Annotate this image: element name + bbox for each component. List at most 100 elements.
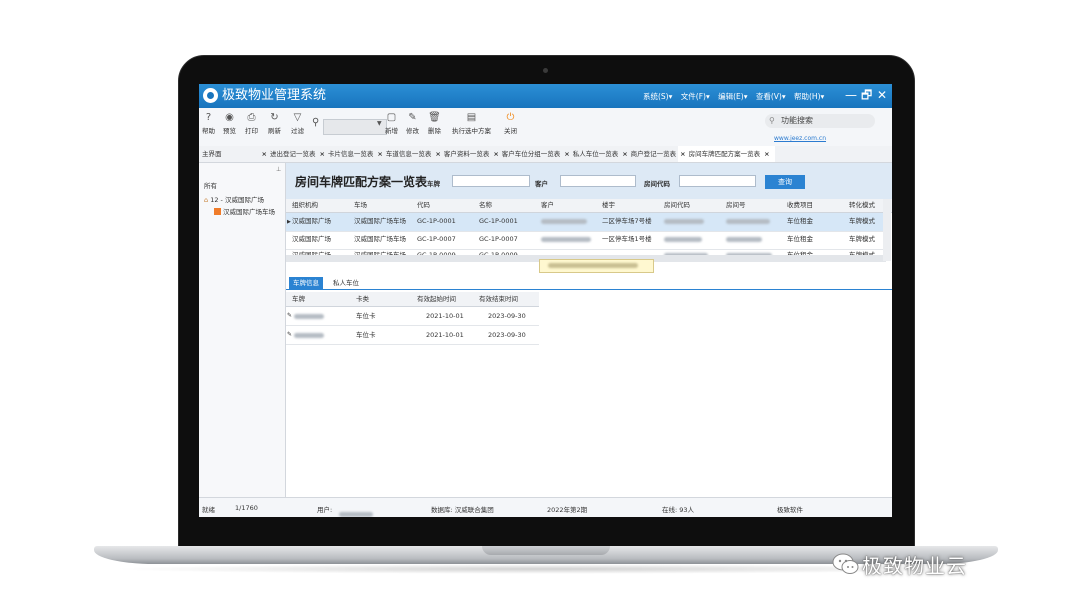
status-bar: 就绪 1/1760 用户: 数据库: 汉威联合集团 2022年第2期 在线: 9… [199, 497, 892, 517]
column-header[interactable]: 房间代码 [664, 199, 690, 211]
refresh-button[interactable]: ↻ 刷新 [268, 112, 281, 135]
refresh-icon: ↻ [270, 112, 279, 123]
tab-private-parking[interactable]: × 私人车位一览表 [562, 146, 620, 162]
table-cell: 2021-10-01 [426, 312, 464, 320]
tab-plate-info[interactable]: 车牌信息 [289, 277, 323, 289]
table-cell: GC-1P-0007 [479, 235, 518, 243]
column-header[interactable]: 房间号 [726, 199, 746, 211]
close-icon[interactable]: ✕ [877, 88, 887, 102]
tab-label: 卡片信息一览表 [327, 150, 374, 158]
menu-file[interactable]: 文件(F)▾ [681, 92, 710, 101]
pin-icon[interactable]: ⊥ [276, 166, 281, 173]
website-link[interactable]: www.jeez.com.cn [774, 135, 826, 142]
help-button[interactable]: ? 帮助 [202, 112, 215, 135]
chevron-down-icon[interactable]: ▼ [377, 120, 382, 127]
close-icon[interactable]: × [319, 150, 324, 158]
tab-merchant-register[interactable]: × 商户登记一览表 [620, 146, 678, 162]
tree-node-org[interactable]: ⌂ 12 - 汉威国际广场 [204, 194, 264, 204]
print-button[interactable]: ⎙ 打印 [245, 112, 258, 135]
filter-button[interactable]: ▽ 过滤 [291, 112, 304, 135]
close-label: 关闭 [504, 127, 517, 135]
column-header[interactable]: 有效起始时间 [417, 293, 456, 305]
close-icon[interactable]: × [564, 150, 569, 158]
close-icon[interactable]: × [764, 150, 769, 158]
tab-customer-parking-group[interactable]: × 客户车位分组一览表 [491, 146, 562, 162]
table-cell: 汉威国际广场车场 [354, 235, 406, 243]
new-button[interactable]: ▢ 新增 [385, 112, 398, 135]
room-code-filter-input[interactable] [679, 175, 756, 187]
column-header[interactable]: 收费项目 [787, 199, 813, 211]
column-header[interactable]: 车牌 [292, 293, 305, 305]
close-icon[interactable]: × [493, 150, 498, 158]
restore-icon[interactable]: 🗗 [861, 88, 872, 102]
database-label: 数据库: 汉威联合集团 [431, 506, 494, 514]
plan-grid-header: 组织机构 车场 代码 名称 客户 楼宇 房间代码 房间号 收费项目 转化模式 [286, 199, 892, 213]
column-header[interactable]: 有效结束时间 [479, 293, 518, 305]
column-header[interactable]: 楼宇 [602, 199, 615, 211]
close-icon[interactable]: × [377, 150, 382, 158]
column-header[interactable]: 组织机构 [292, 199, 318, 211]
org-tree-panel: ⊥ 所有 ⌂ 12 - 汉威国际广场 汉威国际广场车场 [199, 163, 286, 497]
column-header[interactable]: 转化模式 [849, 199, 875, 211]
app-title: 极致物业管理系统 [222, 88, 327, 103]
table-row[interactable]: ✎ 车位卡 2021-10-01 2023-09-30 [286, 326, 539, 345]
tab-customer-info[interactable]: × 客户资料一览表 [433, 146, 491, 162]
menu-help[interactable]: 帮助(H)▾ [794, 92, 824, 101]
filter-icon: ▽ [293, 112, 302, 123]
menu-system[interactable]: 系统(S)▾ [643, 92, 672, 101]
column-header[interactable]: 代码 [417, 199, 430, 211]
menu-view[interactable]: 查看(V)▾ [756, 92, 786, 101]
table-row[interactable]: ✎ 车位卡 2021-10-01 2023-09-30 [286, 307, 539, 326]
close-icon[interactable]: × [680, 150, 685, 158]
plan-grid: 组织机构 车场 代码 名称 客户 楼宇 房间代码 房间号 收费项目 转化模式 ▶… [286, 199, 892, 262]
plate-filter-input[interactable] [452, 175, 530, 187]
column-header[interactable]: 名称 [479, 199, 492, 211]
close-icon[interactable]: × [262, 150, 267, 158]
row-indicator-icon: ▶ [287, 219, 291, 225]
column-header[interactable]: 车场 [354, 199, 367, 211]
search-icon: ⚲ [312, 117, 320, 128]
column-header[interactable]: 卡类 [356, 293, 369, 305]
run-plan-label: 执行选中方案 [452, 127, 491, 135]
tree-node-parking[interactable]: 汉威国际广场车场 [214, 206, 275, 216]
tab-label: 商户登记一览表 [630, 150, 677, 158]
tab-home[interactable]: 主界面 [199, 146, 260, 162]
tree-root[interactable]: 所有 [204, 180, 217, 190]
preview-label: 预览 [223, 127, 236, 135]
tab-room-plate-match[interactable]: × 房间车牌匹配方案一览表 × [678, 146, 775, 162]
tab-private-parking-detail[interactable]: 私人车位 [329, 277, 363, 289]
tab-card-info[interactable]: × 卡片信息一览表 [317, 146, 375, 162]
room-code-filter-label: 房间代码 [644, 180, 670, 188]
app-window: 极致物业管理系统 系统(S)▾ 文件(F)▾ 编辑(E)▾ 查看(V)▾ 帮助(… [199, 84, 892, 517]
edit-button[interactable]: ✎ 修改 [406, 112, 419, 135]
query-button[interactable]: 查询 [765, 175, 805, 189]
delete-button[interactable]: 🗑 删除 [428, 112, 441, 135]
table-cell: 汉威国际广场车场 [354, 217, 406, 225]
close-icon[interactable]: × [622, 150, 627, 158]
eye-icon: ◉ [225, 112, 234, 123]
vertical-scrollbar[interactable] [883, 199, 891, 261]
preview-button[interactable]: ◉ 预览 [223, 112, 236, 135]
column-header[interactable]: 客户 [541, 199, 554, 211]
tab-label: 客户车位分组一览表 [501, 150, 561, 158]
table-row[interactable]: 汉威国际广场 汉威国际广场车场 GC-1P-0007 GC-1P-0007 一区… [286, 231, 886, 250]
app-logo-icon [203, 88, 218, 103]
refresh-label: 刷新 [268, 127, 281, 135]
redacted-cell [294, 329, 324, 341]
tab-lane-info[interactable]: × 车道信息一览表 [375, 146, 433, 162]
minimize-icon[interactable]: — [845, 88, 857, 102]
tab-label: 进出登记一览表 [269, 150, 316, 158]
close-icon[interactable]: × [435, 150, 440, 158]
search-icon: ⚲ [769, 116, 775, 125]
tab-label: 车道信息一览表 [385, 150, 432, 158]
run-plan-button[interactable]: ▤ 执行选中方案 [452, 112, 491, 135]
table-row[interactable]: ▶ 汉威国际广场 汉威国际广场车场 GC-1P-0001 GC-1P-0001 … [286, 213, 886, 232]
close-button[interactable]: ⏻ 关闭 [504, 112, 517, 135]
table-cell: GC-1P-0001 [417, 217, 456, 225]
menu-edit[interactable]: 编辑(E)▾ [718, 92, 747, 101]
function-search[interactable]: ⚲ 功能搜索 [765, 114, 875, 128]
table-cell: 车牌模式 [849, 235, 875, 243]
power-icon: ⏻ [506, 112, 515, 123]
customer-filter-input[interactable] [560, 175, 636, 187]
tab-entry-log[interactable]: × 进出登记一览表 [260, 146, 318, 162]
